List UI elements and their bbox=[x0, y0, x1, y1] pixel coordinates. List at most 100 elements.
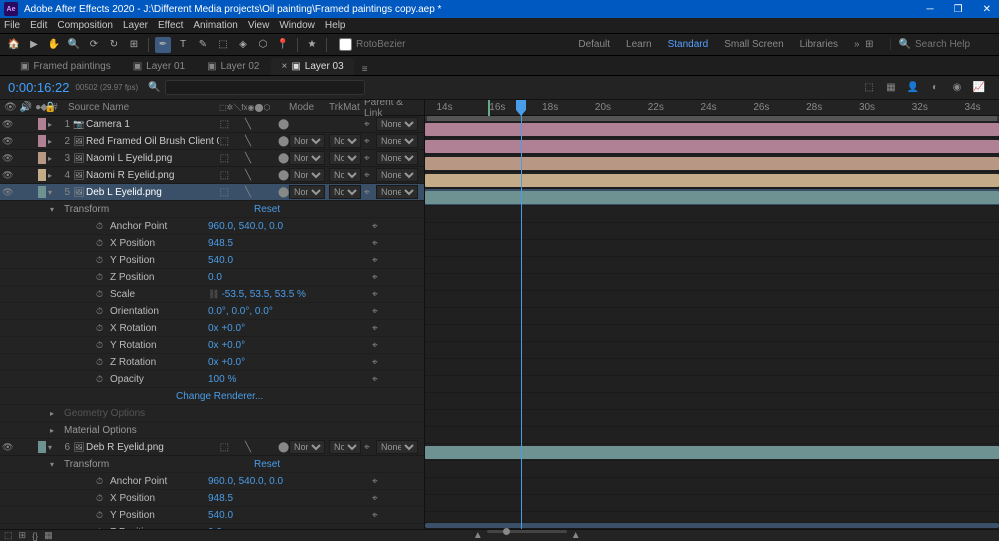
clone-tool[interactable]: ⬚ bbox=[215, 37, 231, 53]
maximize-button[interactable]: ❐ bbox=[950, 4, 967, 15]
stopwatch-icon[interactable]: ⏱ bbox=[96, 493, 108, 504]
dropdown[interactable]: None bbox=[376, 185, 418, 199]
minimize-button[interactable]: ─ bbox=[923, 4, 938, 15]
close-tab-icon[interactable]: × bbox=[281, 61, 287, 72]
dropdown[interactable]: None bbox=[376, 151, 418, 165]
property-value[interactable]: 0.0 bbox=[208, 272, 372, 283]
render-queue-button[interactable]: ▦ bbox=[44, 530, 53, 541]
timeline-panel[interactable]: 14s16s18s20s22s24s26s28s30s32s34s bbox=[425, 100, 999, 529]
label-color[interactable] bbox=[38, 441, 46, 453]
reset-link[interactable]: Reset bbox=[224, 204, 424, 215]
draft3d-button[interactable]: ▦ bbox=[883, 80, 899, 96]
transform-group[interactable]: Transform bbox=[60, 204, 224, 215]
link-icon[interactable]: ⛓ bbox=[208, 289, 219, 300]
dropdown[interactable]: Normal bbox=[289, 151, 325, 165]
menu-layer[interactable]: Layer bbox=[123, 20, 148, 31]
pen-tool[interactable]: ✒ bbox=[155, 37, 171, 53]
material-group[interactable]: Material Options bbox=[60, 425, 424, 436]
toggle-modes-button[interactable]: ⊞ bbox=[19, 530, 27, 541]
change-renderer-link[interactable]: Change Renderer... bbox=[176, 391, 424, 402]
toggle-switches-button[interactable]: ⬚ bbox=[4, 530, 13, 541]
tab-layer-01[interactable]: ▣Layer 01 bbox=[123, 58, 195, 75]
pickwhip-icon[interactable]: ⌖ bbox=[364, 153, 374, 164]
visibility-toggle[interactable]: 👁 bbox=[2, 442, 12, 452]
menu-view[interactable]: View bbox=[248, 20, 270, 31]
twirl-icon[interactable]: ▸ bbox=[48, 120, 58, 129]
zoom-tool[interactable]: 🔍 bbox=[66, 37, 82, 53]
pickwhip-icon[interactable]: ⌖ bbox=[364, 187, 374, 198]
rotation-tool[interactable]: ↻ bbox=[106, 37, 122, 53]
property-value[interactable]: 540.0 bbox=[208, 255, 372, 266]
tab-framed-paintings[interactable]: ▣Framed paintings bbox=[10, 58, 121, 75]
stopwatch-icon[interactable]: ⏱ bbox=[96, 272, 108, 283]
workspace-small-screen[interactable]: Small Screen bbox=[724, 39, 783, 50]
geometry-group[interactable]: Geometry Options bbox=[60, 408, 424, 419]
twirl-icon[interactable]: ▾ bbox=[50, 205, 60, 214]
property-value[interactable]: 960.0, 540.0, 0.0 bbox=[208, 221, 372, 232]
layer-switches[interactable]: ⬚╲⬤ bbox=[219, 442, 289, 453]
orbit-tool[interactable]: ⟳ bbox=[86, 37, 102, 53]
puppet-tool[interactable]: 📍 bbox=[275, 37, 291, 53]
twirl-icon[interactable]: ▾ bbox=[50, 460, 60, 469]
dropdown[interactable]: None bbox=[329, 151, 361, 165]
layer-duration-bar[interactable] bbox=[425, 191, 999, 204]
stopwatch-icon[interactable]: ⏱ bbox=[96, 527, 108, 530]
hand-tool[interactable]: ✋ bbox=[46, 37, 62, 53]
stopwatch-icon[interactable]: ⏱ bbox=[96, 340, 108, 351]
workspace-learn[interactable]: Learn bbox=[626, 39, 652, 50]
menu-help[interactable]: Help bbox=[325, 20, 346, 31]
layer-name[interactable]: Red Framed Oil Brush Client 03.png bbox=[86, 136, 219, 147]
layer-duration-bar[interactable] bbox=[425, 140, 999, 153]
workspace-libraries[interactable]: Libraries bbox=[800, 39, 838, 50]
timeline-zoom-slider[interactable]: ▲ ▲ bbox=[59, 530, 995, 541]
dropdown[interactable]: None bbox=[376, 440, 418, 454]
stopwatch-icon[interactable]: ⏱ bbox=[96, 476, 108, 487]
mode-header[interactable]: Mode bbox=[289, 102, 329, 113]
layer-switches[interactable]: ⬚╲⬤ bbox=[219, 187, 289, 198]
stopwatch-icon[interactable]: ⏱ bbox=[96, 357, 108, 368]
pickwhip-icon[interactable]: ⌖ bbox=[372, 340, 384, 351]
shy-button[interactable]: 👤 bbox=[905, 80, 921, 96]
time-ruler[interactable]: 14s16s18s20s22s24s26s28s30s32s34s bbox=[425, 100, 999, 116]
roto-tool[interactable]: ⬡ bbox=[255, 37, 271, 53]
visibility-toggle[interactable]: 👁 bbox=[2, 153, 12, 163]
pickwhip-icon[interactable]: ⌖ bbox=[372, 357, 384, 368]
stopwatch-icon[interactable]: ⏱ bbox=[96, 510, 108, 521]
dropdown[interactable]: Normal bbox=[289, 185, 325, 199]
pickwhip-icon[interactable]: ⌖ bbox=[372, 510, 384, 521]
stopwatch-icon[interactable]: ⏱ bbox=[96, 221, 108, 232]
eraser-tool[interactable]: ◈ bbox=[235, 37, 251, 53]
timeline-navigator[interactable] bbox=[425, 522, 999, 529]
layer-name[interactable]: Naomi R Eyelid.png bbox=[86, 170, 219, 181]
time-marker[interactable] bbox=[488, 100, 490, 116]
property-value[interactable]: 100 % bbox=[208, 374, 372, 385]
tab-layer-03[interactable]: ×▣Layer 03 bbox=[271, 58, 353, 75]
cti-playhead[interactable] bbox=[516, 100, 526, 116]
layer-name[interactable]: Deb L Eyelid.png bbox=[86, 187, 219, 198]
pickwhip-icon[interactable]: ⌖ bbox=[372, 272, 384, 283]
pickwhip-icon[interactable]: ⌖ bbox=[372, 306, 384, 317]
pickwhip-icon[interactable]: ⌖ bbox=[364, 170, 374, 181]
reset-workspace-button[interactable]: ⊞ bbox=[865, 39, 873, 50]
rotobezier-checkbox[interactable] bbox=[339, 38, 352, 51]
layer-duration-bar[interactable] bbox=[425, 446, 999, 459]
dropdown[interactable]: None bbox=[329, 440, 361, 454]
layer-switches[interactable]: ⬚╲⬤ bbox=[219, 153, 289, 164]
label-color[interactable] bbox=[38, 118, 46, 130]
current-time-indicator[interactable] bbox=[521, 100, 522, 529]
more-workspaces-button[interactable]: » bbox=[854, 39, 860, 50]
visibility-toggle[interactable]: 👁 bbox=[2, 170, 12, 180]
workspace-default[interactable]: Default bbox=[578, 39, 610, 50]
dropdown[interactable]: None bbox=[329, 168, 361, 182]
pickwhip-icon[interactable]: ⌖ bbox=[372, 493, 384, 504]
property-value[interactable]: 0x +0.0° bbox=[208, 357, 372, 368]
menu-effect[interactable]: Effect bbox=[158, 20, 183, 31]
visibility-toggle[interactable]: 👁 bbox=[2, 187, 12, 197]
menu-edit[interactable]: Edit bbox=[30, 20, 47, 31]
stopwatch-icon[interactable]: ⏱ bbox=[96, 255, 108, 266]
twirl-icon[interactable]: ▸ bbox=[50, 426, 60, 435]
label-color[interactable] bbox=[38, 169, 46, 181]
camera-tool[interactable]: ⊞ bbox=[126, 37, 142, 53]
panel-menu-button[interactable]: ≡ bbox=[362, 64, 368, 75]
twirl-icon[interactable]: ▸ bbox=[48, 171, 58, 180]
